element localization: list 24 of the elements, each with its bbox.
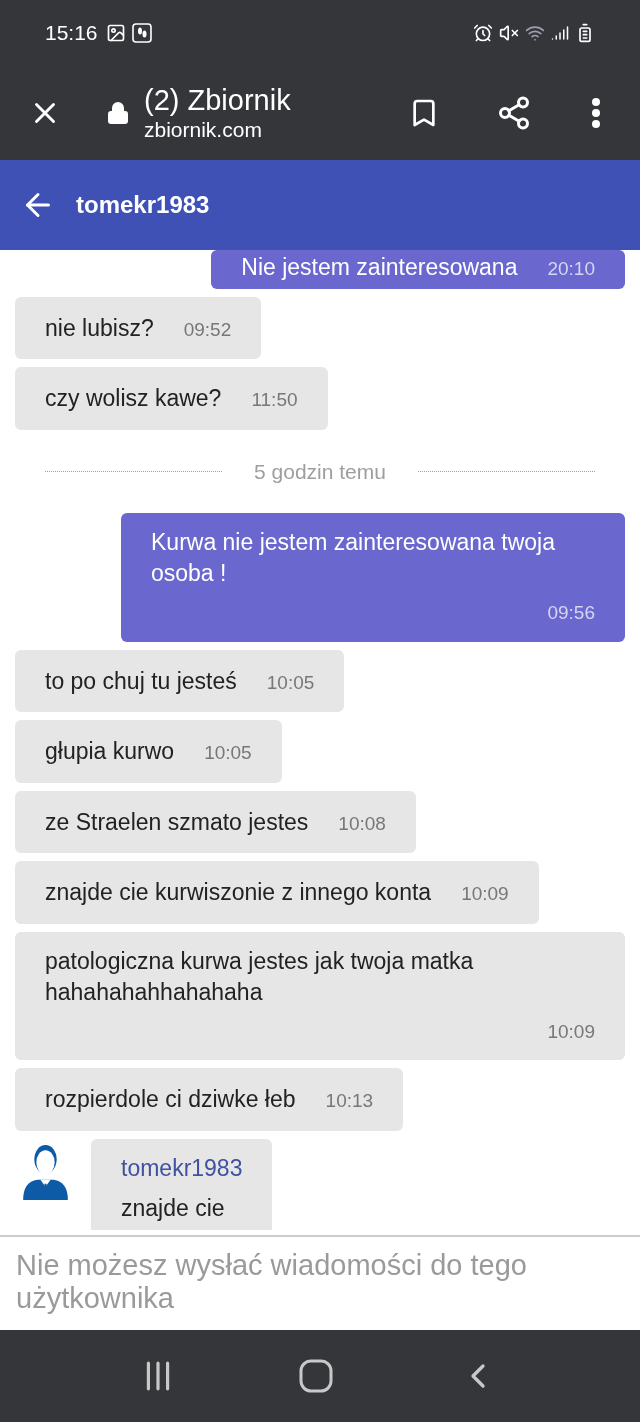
- received-message: patologiczna kurwa jestes jak twoja matka hahahahahhahahaha 10:09: [15, 931, 625, 1060]
- image-icon: [105, 22, 126, 43]
- menu-icon: [592, 97, 600, 128]
- chat-title: tomekr1983: [76, 190, 210, 220]
- page-title: (2) Zbiornik: [144, 82, 291, 117]
- status-time: 15:16: [45, 19, 98, 46]
- lock-icon: [106, 99, 130, 126]
- alarm-icon: [473, 22, 493, 43]
- received-message: ze Straelen szmato jestes 10:08: [15, 790, 416, 853]
- sent-message: Kurwa nie jestem zainteresowana twoja osoba ! 09:56: [121, 513, 625, 642]
- received-message: głupia kurwo 10:05: [15, 720, 282, 783]
- received-message: to po chuj tu jesteś 10:05: [15, 649, 345, 712]
- share-icon: [496, 94, 532, 131]
- received-message: nie lubisz? 09:52: [15, 296, 262, 359]
- page-url: zbiornik.com: [144, 116, 263, 143]
- received-message: czy wolisz kawe? 11:50: [15, 367, 328, 430]
- signal-icon: [551, 23, 569, 42]
- received-message: znajde cie kurwiszonie z innego konta 10:09: [15, 861, 539, 924]
- received-message: rozpierdole ci dziwke łeb 10:13: [15, 1068, 404, 1131]
- received-message: tomekr1983 znajde cie: [91, 1138, 273, 1230]
- mute-icon: [499, 22, 519, 43]
- date-divider: 5 godzin temu: [254, 458, 386, 485]
- sent-message: Nie jestem zainteresowana 20:10: [211, 250, 625, 289]
- home-button[interactable]: [299, 1359, 333, 1393]
